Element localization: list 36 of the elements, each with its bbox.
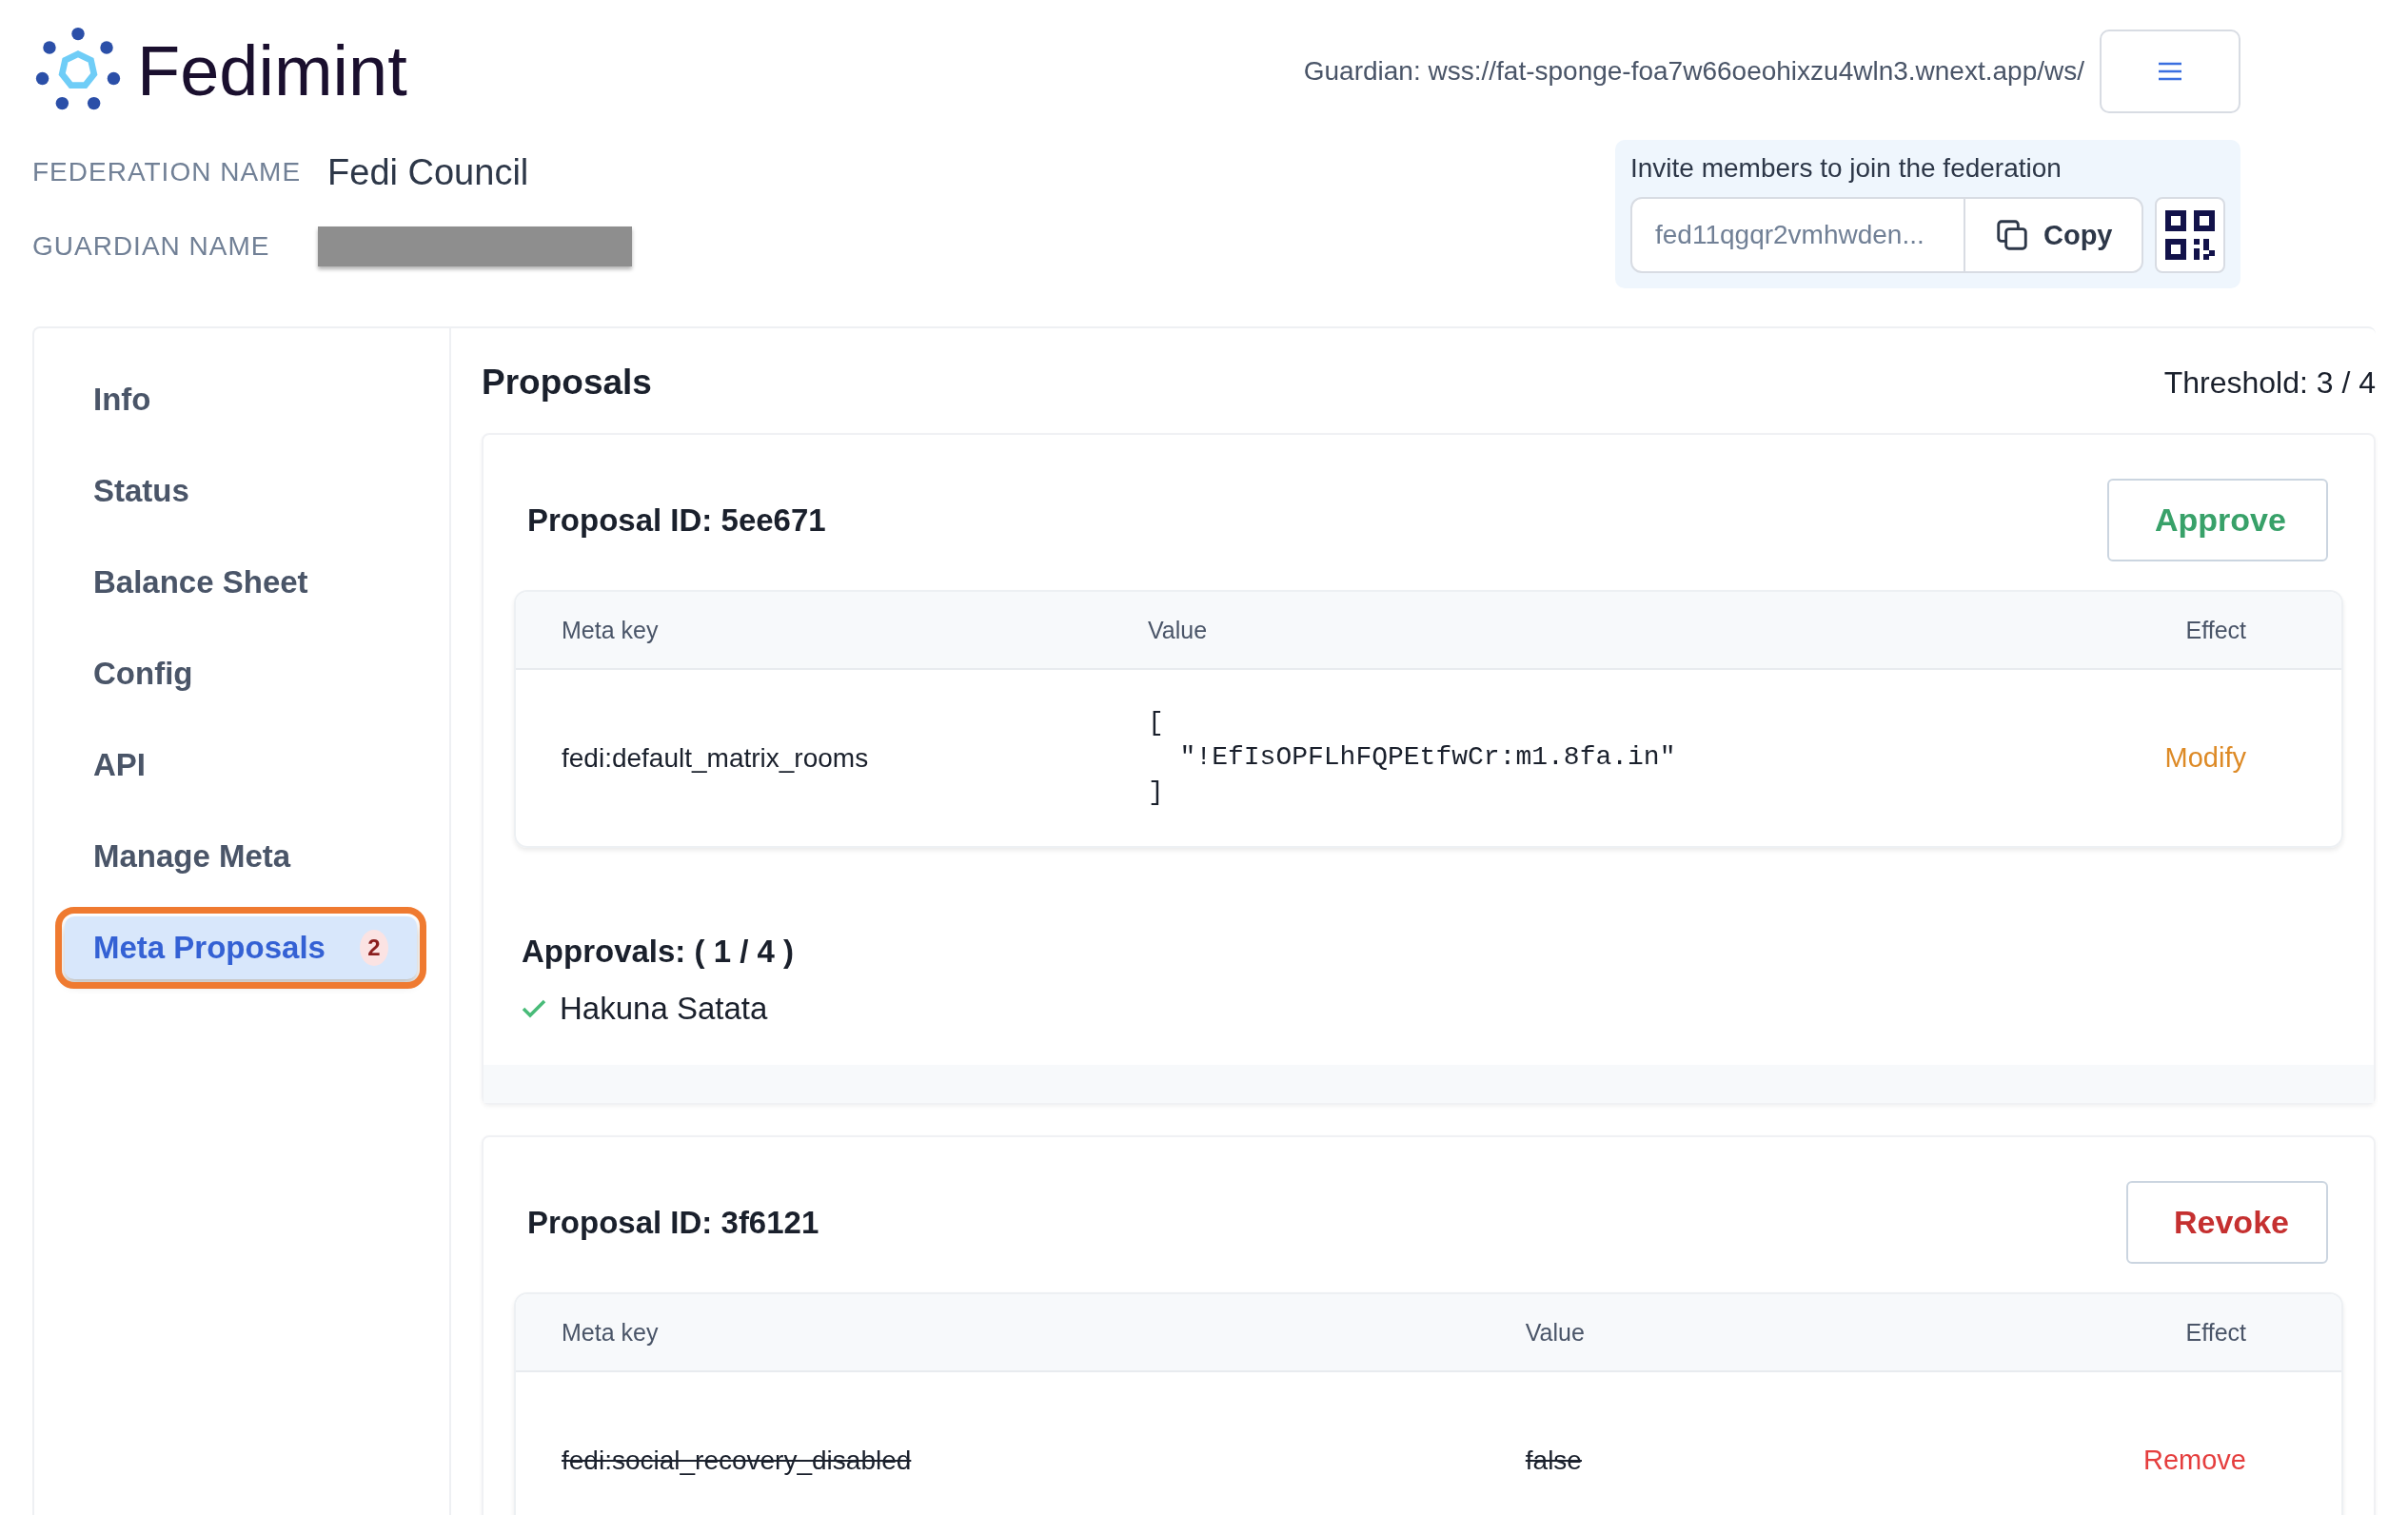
qr-code-icon	[2162, 208, 2217, 262]
sidebar-item[interactable]: Status	[65, 460, 417, 522]
column-header: Effect	[2185, 1318, 2246, 1346]
menu-icon	[2157, 61, 2183, 82]
effect-label: Modify	[2164, 742, 2246, 773]
logo-text: Fedimint	[137, 30, 407, 111]
meta-value: false	[1525, 1445, 1582, 1475]
threshold-text: Threshold: 3 / 4	[2163, 364, 2376, 401]
proposal-id: Proposal ID: 5ee671	[527, 502, 826, 539]
meta-value: [ "!EfIsOPFLhFQPEtfwCr:m1.8fa.in" ]	[1147, 707, 1676, 807]
approvals-title: Approvals: ( 1 / 4 )	[522, 934, 796, 970]
sidebar-item[interactable]: Manage Meta	[65, 825, 417, 888]
column-header: Meta key	[562, 616, 659, 643]
meta-key: fedi:default_matrix_rooms	[562, 742, 869, 773]
page-title: Proposals	[482, 363, 652, 403]
revoke-button[interactable]: Revoke	[2126, 1181, 2328, 1264]
column-header: Value	[1525, 1318, 1585, 1346]
approver-name: Hakuna Satata	[560, 991, 768, 1027]
column-header: Value	[1147, 616, 1208, 643]
count-badge: 2	[359, 930, 388, 966]
column-header: Effect	[2185, 616, 2246, 643]
sidebar-item[interactable]: API	[65, 734, 417, 797]
guardian-name-label: GUARDIAN NAME	[32, 231, 271, 262]
federation-name-label: FEDERATION NAME	[32, 157, 302, 187]
invite-title: Invite members to join the federation	[1630, 153, 2063, 184]
meta-key: fedi:social_recovery_disabled	[562, 1445, 912, 1475]
sidebar-item[interactable]: Info	[65, 368, 417, 431]
effect-label: Remove	[2143, 1445, 2246, 1475]
federation-name: Fedi Council	[327, 151, 529, 193]
proposal-id: Proposal ID: 3f6121	[527, 1204, 819, 1241]
check-icon	[522, 999, 546, 1018]
column-header: Meta key	[562, 1318, 659, 1346]
sidebar-item[interactable]: Config	[65, 642, 417, 705]
sidebar-item[interactable]: Balance Sheet	[65, 551, 417, 614]
guardian-url: Guardian: wss://fat-sponge-foa7w66oeohixzu4wln3.wnext.app/ws/	[1303, 56, 2084, 87]
qr-code-button[interactable]	[2154, 197, 2225, 273]
